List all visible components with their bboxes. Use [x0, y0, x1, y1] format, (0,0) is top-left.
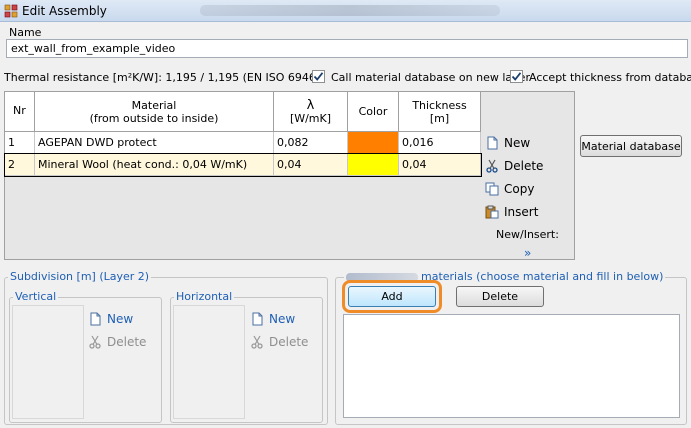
header-nr[interactable]: Nr	[5, 92, 35, 132]
scissors-icon	[486, 159, 498, 173]
app-icon	[4, 4, 18, 18]
horizontal-legend: Horizontal	[174, 290, 235, 303]
thermal-resistance-text: Thermal resistance [m²K/W]: 1,195 / 1,19…	[4, 71, 312, 84]
cell-thickness[interactable]: 0,04	[399, 154, 481, 176]
header-color-label: Color	[358, 105, 388, 118]
header-color[interactable]: Color	[348, 92, 399, 132]
header-thickness[interactable]: Thickness [m]	[399, 92, 481, 132]
highlight-annotation	[342, 280, 442, 313]
horizontal-delete-label: Delete	[269, 335, 309, 349]
header-material-sublabel: (from outside to inside)	[89, 111, 219, 125]
call-db-label[interactable]: Call material database on new layer	[331, 71, 530, 84]
cell-lambda[interactable]: 0,04	[274, 154, 348, 176]
exchange-delete-button[interactable]: Delete	[456, 286, 544, 307]
delete-layer-button[interactable]: Delete	[485, 159, 543, 173]
paste-icon	[485, 205, 499, 219]
color-swatch	[348, 132, 398, 153]
material-database-button[interactable]: Material database	[580, 135, 682, 157]
blurred-path-text	[200, 5, 500, 16]
window-title: Edit Assembly	[22, 4, 107, 18]
name-label: Name	[9, 26, 42, 39]
new-document-icon	[90, 312, 101, 326]
header-lambda-unit: [W/mK]	[289, 111, 332, 125]
header-nr-label: Nr	[13, 104, 26, 117]
color-swatch	[348, 154, 398, 175]
horizontal-new-label: New	[269, 312, 296, 326]
name-input[interactable]	[6, 39, 688, 58]
delete-layer-label: Delete	[504, 159, 544, 173]
new-layer-button[interactable]: New	[485, 136, 530, 150]
new-insert-label: New/Insert:	[496, 228, 559, 241]
insert-layer-button[interactable]: Insert	[485, 205, 538, 219]
cell-color[interactable]	[348, 132, 399, 154]
scissors-icon	[89, 335, 101, 349]
header-lambda[interactable]: λ [W/mK]	[274, 92, 348, 132]
header-material[interactable]: Material (from outside to inside)	[35, 92, 274, 132]
insert-layer-label: Insert	[504, 205, 539, 219]
vertical-delete-label: Delete	[107, 335, 147, 349]
table-row[interactable]: 1 AGEPAN DWD protect 0,082 0,016	[5, 132, 481, 154]
cell-nr[interactable]: 1	[5, 132, 35, 154]
new-layer-label: New	[504, 136, 531, 150]
checkmark-icon	[511, 72, 522, 81]
header-thickness-label: Thickness	[412, 98, 467, 112]
cell-material[interactable]: AGEPAN DWD protect	[35, 132, 274, 154]
copy-layer-button[interactable]: Copy	[485, 182, 534, 196]
exchange-legend-text: materials (choose material and fill in b…	[421, 270, 664, 283]
cell-material[interactable]: Mineral Wool (heat cond.: 0,04 W/mK)	[35, 154, 274, 176]
vertical-delete-button[interactable]: Delete	[88, 335, 146, 349]
cell-lambda[interactable]: 0,082	[274, 132, 348, 154]
subdivision-legend: Subdivision [m] (Layer 2)	[8, 270, 152, 283]
new-document-icon	[487, 136, 498, 150]
copy-layer-label: Copy	[504, 182, 535, 196]
accept-thickness-checkbox[interactable]	[510, 70, 523, 83]
cell-nr[interactable]: 2	[5, 154, 35, 176]
more-options-link[interactable]: »	[524, 246, 531, 260]
vertical-new-button[interactable]: New	[88, 312, 133, 326]
exchange-materials-list[interactable]	[343, 314, 680, 418]
vertical-list[interactable]	[12, 305, 84, 419]
checkmark-icon	[313, 72, 324, 81]
call-db-checkbox[interactable]	[312, 70, 325, 83]
cell-color[interactable]	[348, 154, 399, 176]
vertical-legend: Vertical	[13, 290, 59, 303]
copy-icon	[485, 182, 499, 196]
header-lambda-label: λ	[306, 97, 315, 113]
header-thickness-unit: [m]	[429, 111, 450, 125]
layers-grid[interactable]: Nr Material (from outside to inside) λ […	[4, 91, 575, 260]
horizontal-new-button[interactable]: New	[250, 312, 295, 326]
vertical-new-label: New	[107, 312, 134, 326]
cell-thickness[interactable]: 0,016	[399, 132, 481, 154]
header-material-label: Material	[131, 98, 177, 112]
accept-thickness-label[interactable]: Accept thickness from database	[529, 71, 691, 84]
scissors-icon	[251, 335, 263, 349]
title-bar: Edit Assembly	[0, 0, 691, 22]
table-row-selected[interactable]: 2 Mineral Wool (heat cond.: 0,04 W/mK) 0…	[4, 153, 482, 177]
new-document-icon	[252, 312, 263, 326]
horizontal-list[interactable]	[173, 305, 245, 419]
horizontal-delete-button[interactable]: Delete	[250, 335, 308, 349]
